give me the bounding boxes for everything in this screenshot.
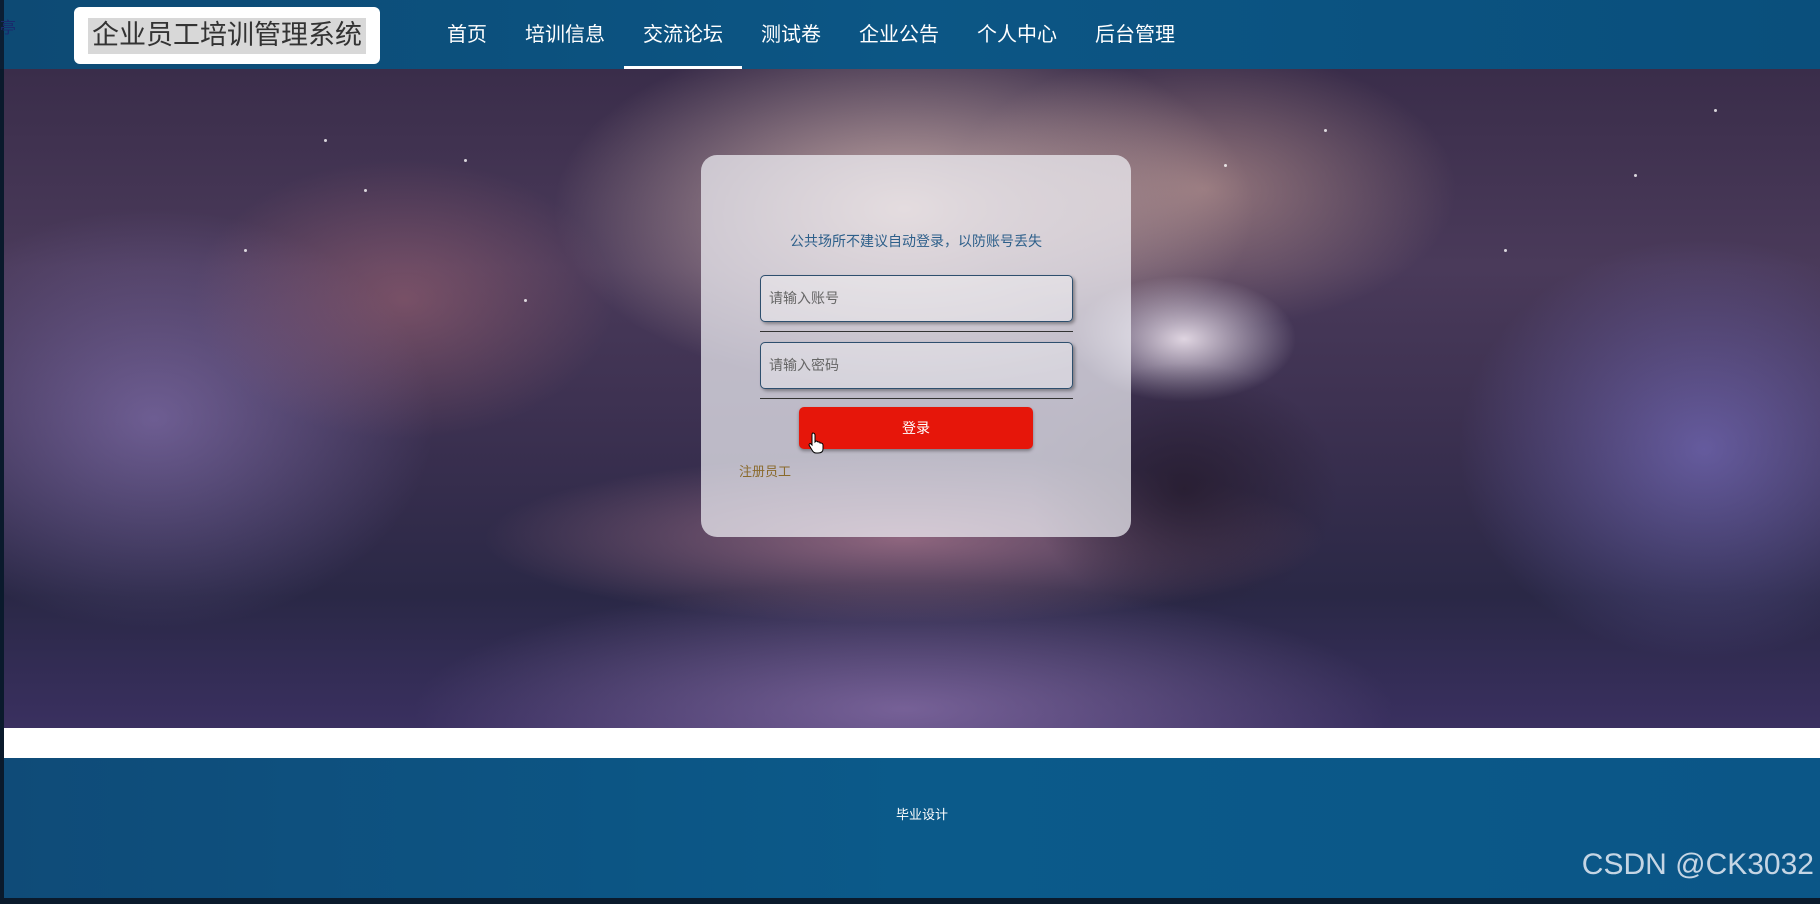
star-decoration: [1224, 164, 1227, 167]
nav-item-admin[interactable]: 后台管理: [1076, 0, 1194, 69]
star-decoration: [324, 139, 327, 142]
star-decoration: [464, 159, 467, 162]
star-decoration: [1634, 174, 1637, 177]
footer-text: 毕业设计: [895, 808, 948, 823]
login-button[interactable]: 登录: [799, 407, 1033, 449]
star-decoration: [1714, 109, 1717, 112]
top-navbar: 企业员工培训管理系统 首页 培训信息 交流论坛 测试卷 企业公告 个人中心 后台…: [4, 0, 1820, 69]
star-decoration: [1324, 129, 1327, 132]
password-divider: [760, 398, 1073, 399]
footer: 毕业设计 CSDN @CK3032: [4, 758, 1820, 898]
watermark: CSDN @CK3032: [1581, 848, 1814, 881]
star-decoration: [244, 249, 247, 252]
nav-item-forum[interactable]: 交流论坛: [624, 0, 742, 69]
nav-item-announcements[interactable]: 企业公告: [840, 0, 958, 69]
star-decoration: [1504, 249, 1507, 252]
corner-glyph: 亭: [0, 18, 17, 37]
nav-item-home[interactable]: 首页: [428, 0, 506, 69]
nav-item-test-papers[interactable]: 测试卷: [742, 0, 840, 69]
hero-background: 公共场所不建议自动登录，以防账号丢失 登录 注册员工: [4, 69, 1820, 728]
account-divider: [760, 331, 1073, 332]
nav-item-training-info[interactable]: 培训信息: [506, 0, 624, 69]
bottom-edge: [0, 898, 1820, 904]
site-title: 企业员工培训管理系统: [88, 17, 366, 54]
content-separator: [4, 728, 1820, 758]
login-hint: 公共场所不建议自动登录，以防账号丢失: [790, 234, 1042, 250]
password-field-group: [760, 342, 1073, 399]
star-decoration: [524, 299, 527, 302]
password-input[interactable]: [760, 342, 1073, 389]
star-decoration: [364, 189, 367, 192]
account-input[interactable]: [760, 275, 1073, 322]
main-nav: 首页 培训信息 交流论坛 测试卷 企业公告 个人中心 后台管理: [428, 0, 1194, 69]
register-link[interactable]: 注册员工: [739, 461, 791, 480]
hand-pointer-icon: [808, 432, 824, 454]
login-card: 公共场所不建议自动登录，以防账号丢失 登录 注册员工: [701, 155, 1131, 537]
site-logo[interactable]: 企业员工培训管理系统: [74, 7, 380, 64]
account-field-group: [760, 275, 1073, 332]
nav-item-personal-center[interactable]: 个人中心: [958, 0, 1076, 69]
